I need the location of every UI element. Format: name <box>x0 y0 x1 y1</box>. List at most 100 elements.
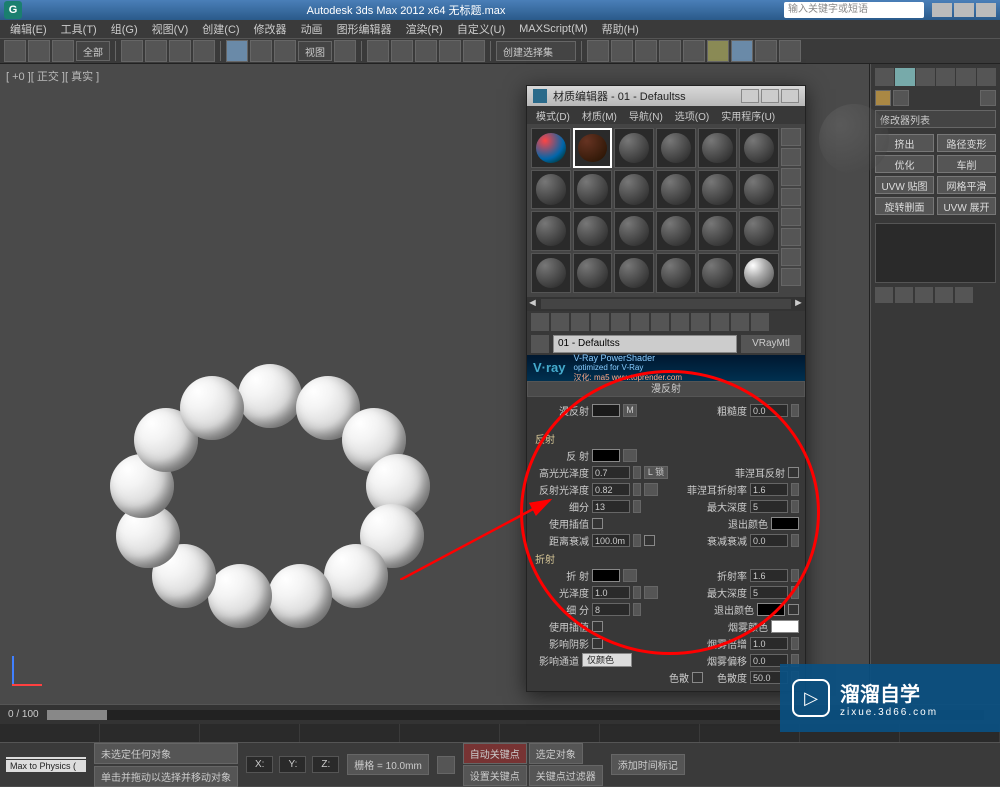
select-region-button[interactable] <box>169 40 191 62</box>
link-button[interactable] <box>52 40 74 62</box>
ref-coord-dropdown[interactable]: 视图 <box>298 41 332 61</box>
mod-uvwunwrap[interactable]: UVW 展开 <box>937 197 996 215</box>
make-copy-icon[interactable] <box>611 313 629 331</box>
material-slot[interactable] <box>656 211 696 251</box>
material-slot[interactable] <box>614 211 654 251</box>
mod-uvwmap[interactable]: UVW 贴图 <box>875 176 934 194</box>
refr-interp-checkbox[interactable] <box>592 621 603 632</box>
get-material-icon[interactable] <box>531 313 549 331</box>
stack-show-icon[interactable] <box>895 287 913 303</box>
window-crossing-button[interactable] <box>193 40 215 62</box>
mat-menu-modes[interactable]: 模式(D) <box>531 108 575 123</box>
modify-tab[interactable] <box>895 68 914 86</box>
stack-pin-icon[interactable] <box>875 287 893 303</box>
material-slot[interactable] <box>698 253 738 293</box>
menu-create[interactable]: 创建(C) <box>196 21 245 37</box>
background-icon[interactable] <box>781 168 801 186</box>
material-slot[interactable] <box>614 128 654 168</box>
utilities-tab[interactable] <box>977 68 996 86</box>
material-slot[interactable] <box>614 253 654 293</box>
menu-animation[interactable]: 动画 <box>295 21 329 37</box>
selected-set[interactable]: 选定对象 <box>529 743 583 764</box>
keyfilter-button[interactable]: 关键点过滤器 <box>529 765 603 786</box>
roughness-spinner[interactable]: 0.0 <box>750 404 788 417</box>
refract-swatch[interactable] <box>592 569 620 582</box>
mat-minimize-button[interactable] <box>741 89 759 103</box>
show-end-icon[interactable] <box>711 313 729 331</box>
schematic-button[interactable] <box>683 40 705 62</box>
fog-color-swatch[interactable] <box>771 620 799 633</box>
spinner-buttons[interactable] <box>791 404 799 417</box>
material-slot[interactable] <box>739 170 779 210</box>
mod-pathdeform[interactable]: 路径变形 <box>937 134 996 152</box>
undo-button[interactable] <box>4 40 26 62</box>
scroll-right-icon[interactable]: ► <box>793 297 805 311</box>
coord-x[interactable]: X: <box>246 756 273 773</box>
select-name-button[interactable] <box>145 40 167 62</box>
refr-gloss-spinner[interactable]: 1.0 <box>592 586 630 599</box>
scroll-left-icon[interactable]: ◄ <box>527 297 539 311</box>
percent-snap-button[interactable] <box>439 40 461 62</box>
material-slot[interactable] <box>531 253 571 293</box>
setkey-button[interactable]: 设置关键点 <box>463 765 527 786</box>
material-slot[interactable] <box>698 128 738 168</box>
align-button[interactable] <box>611 40 633 62</box>
refr-exit-checkbox[interactable] <box>788 604 799 615</box>
material-slot[interactable] <box>573 253 613 293</box>
affect-channel-combo[interactable]: 仅颜色 <box>582 653 632 667</box>
maximize-button[interactable] <box>954 3 974 17</box>
material-slot[interactable] <box>739 211 779 251</box>
material-type-button[interactable]: VRayMtl <box>741 335 801 353</box>
refl-subdiv-spinner[interactable]: 13 <box>592 500 630 513</box>
select-button[interactable] <box>121 40 143 62</box>
lock-selection-icon[interactable] <box>437 756 455 774</box>
assign-to-sel-icon[interactable] <box>571 313 589 331</box>
material-slot-selected[interactable] <box>573 128 613 168</box>
options-icon[interactable] <box>781 248 801 266</box>
mod-deleteface[interactable]: 旋转删面 <box>875 197 934 215</box>
material-slot[interactable] <box>614 170 654 210</box>
go-forward-icon[interactable] <box>751 313 769 331</box>
mat-maximize-button[interactable] <box>761 89 779 103</box>
dim-falloff-spinner[interactable]: 0.0 <box>750 534 788 547</box>
modifier-list[interactable]: 修改器列表 <box>875 110 996 128</box>
curve-editor-button[interactable] <box>659 40 681 62</box>
fog-mult-spinner[interactable]: 1.0 <box>750 637 788 650</box>
layer-button[interactable] <box>635 40 657 62</box>
refr-maxdepth-spinner[interactable]: 5 <box>750 586 788 599</box>
move-button[interactable] <box>226 40 248 62</box>
menu-group[interactable]: 组(G) <box>105 21 144 37</box>
help-search[interactable]: 输入关键字或短语 <box>784 2 924 18</box>
hilight-gloss-spinner[interactable]: 0.7 <box>592 466 630 479</box>
fresnel-ior-spinner[interactable]: 1.6 <box>750 483 788 496</box>
menu-tools[interactable]: 工具(T) <box>55 21 103 37</box>
go-parent-icon[interactable] <box>731 313 749 331</box>
sample-uv-icon[interactable] <box>781 188 801 206</box>
make-unique-icon[interactable] <box>631 313 649 331</box>
refl-gloss-spinner[interactable]: 0.82 <box>592 483 630 496</box>
mod-lathe[interactable]: 车削 <box>937 155 996 173</box>
diffuse-map-button[interactable]: M <box>623 404 637 417</box>
render-frame-button[interactable] <box>755 40 777 62</box>
pick-material-icon[interactable] <box>531 335 549 353</box>
material-slot[interactable] <box>698 170 738 210</box>
put-to-lib-icon[interactable] <box>651 313 669 331</box>
close-button[interactable] <box>976 3 996 17</box>
mat-menu-navigation[interactable]: 导航(N) <box>624 108 668 123</box>
menu-edit[interactable]: 编辑(E) <box>4 21 53 37</box>
pin-stack-icon[interactable] <box>875 90 891 106</box>
material-id-icon[interactable] <box>671 313 689 331</box>
snap-button[interactable] <box>391 40 413 62</box>
hilight-lock-button[interactable]: L 锁 <box>644 466 668 479</box>
configure-sets-icon[interactable] <box>893 90 909 106</box>
dim-dist-spinner[interactable]: 100.0m <box>592 534 630 547</box>
material-slot[interactable] <box>531 211 571 251</box>
material-slot[interactable] <box>573 211 613 251</box>
stack-remove-icon[interactable] <box>935 287 953 303</box>
fresnel-checkbox[interactable] <box>788 467 799 478</box>
display-tab[interactable] <box>956 68 975 86</box>
pivot-button[interactable] <box>334 40 356 62</box>
autokey-button[interactable]: 自动关键点 <box>463 743 527 764</box>
menu-customize[interactable]: 自定义(U) <box>451 21 511 37</box>
mat-menu-utilities[interactable]: 实用程序(U) <box>716 108 780 123</box>
